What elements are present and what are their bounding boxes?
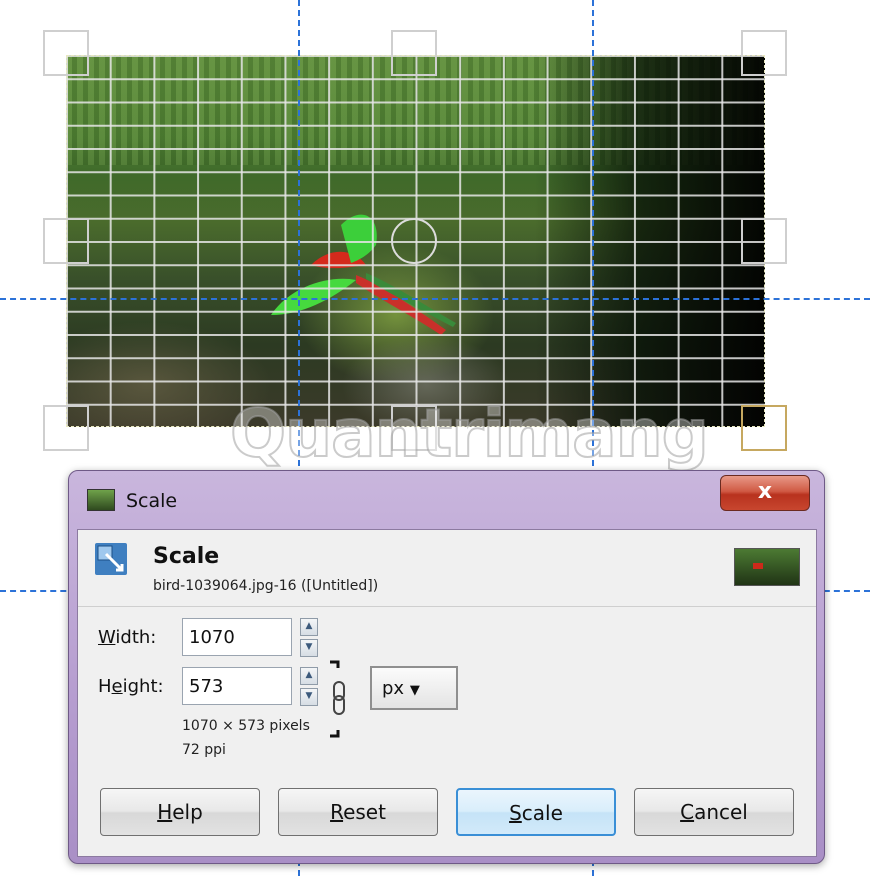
dialog-heading: Scale <box>153 544 220 569</box>
scale-tool-icon <box>95 543 127 575</box>
height-spinner[interactable]: ▲ ▼ <box>300 667 318 706</box>
spin-down-icon[interactable]: ▼ <box>300 688 318 706</box>
spin-down-icon[interactable]: ▼ <box>300 639 318 657</box>
unit-value: px <box>382 678 405 699</box>
reset-mnemonic: R <box>330 800 344 824</box>
spin-up-icon[interactable]: ▲ <box>300 618 318 636</box>
chevron-down-icon: ▼ <box>409 683 420 698</box>
gimp-image-icon <box>87 489 115 511</box>
handle-bottom-right[interactable] <box>741 405 787 451</box>
cancel-label: ancel <box>694 800 748 824</box>
width-label-post: idth: <box>115 627 157 648</box>
close-button[interactable]: x <box>720 475 810 511</box>
spin-up-icon[interactable]: ▲ <box>300 667 318 685</box>
width-label-mnemonic: W <box>98 627 116 648</box>
handle-bottom-left[interactable] <box>43 405 89 451</box>
handle-top-left[interactable] <box>43 30 89 76</box>
pixel-size-info: 1070 × 573 pixels <box>182 718 310 734</box>
handle-middle-left[interactable] <box>43 218 89 264</box>
width-field[interactable]: 1070 <box>182 618 292 656</box>
dialog-header: Scale bird-1039064.jpg-16 ([Untitled]) <box>78 530 816 607</box>
dialog-titlebar[interactable]: Scale x <box>69 471 824 529</box>
dialog-body: Scale bird-1039064.jpg-16 ([Untitled]) W… <box>77 529 817 857</box>
handle-top-center[interactable] <box>391 30 437 76</box>
width-spinner[interactable]: ▲ ▼ <box>300 618 318 657</box>
help-label: elp <box>172 800 203 824</box>
image-thumbnail <box>734 548 800 586</box>
height-field[interactable]: 573 <box>182 667 292 705</box>
unit-dropdown[interactable]: px ▼ <box>370 666 458 710</box>
height-label-pre: H <box>98 676 112 697</box>
scale-mnemonic: S <box>509 801 522 825</box>
help-mnemonic: H <box>157 800 173 824</box>
height-label: Height: <box>98 676 164 697</box>
height-label-post: ight: <box>122 676 164 697</box>
height-label-mnemonic: e <box>111 676 123 697</box>
scale-dialog: Scale x Scale bird-1039064.jpg-16 ([Unti… <box>68 470 825 864</box>
guide-horizontal-1[interactable] <box>0 298 870 300</box>
scale-label: cale <box>521 801 563 825</box>
handle-middle-right[interactable] <box>741 218 787 264</box>
watermark-text: Quantrimang <box>229 394 710 473</box>
handle-top-right[interactable] <box>741 30 787 76</box>
pivot-handle[interactable] <box>391 218 437 264</box>
reset-label: eset <box>343 800 386 824</box>
cancel-button[interactable]: Cancel <box>634 788 794 836</box>
window-title: Scale <box>126 490 178 512</box>
image-name: bird-1039064.jpg-16 ([Untitled]) <box>153 578 379 594</box>
cancel-mnemonic: C <box>680 800 695 824</box>
chain-link-icon[interactable] <box>328 658 358 740</box>
help-button[interactable]: Help <box>100 788 260 836</box>
resolution-info: 72 ppi <box>182 742 226 758</box>
width-label: Width: <box>98 627 156 648</box>
reset-button[interactable]: Reset <box>278 788 438 836</box>
scale-button[interactable]: Scale <box>456 788 616 836</box>
